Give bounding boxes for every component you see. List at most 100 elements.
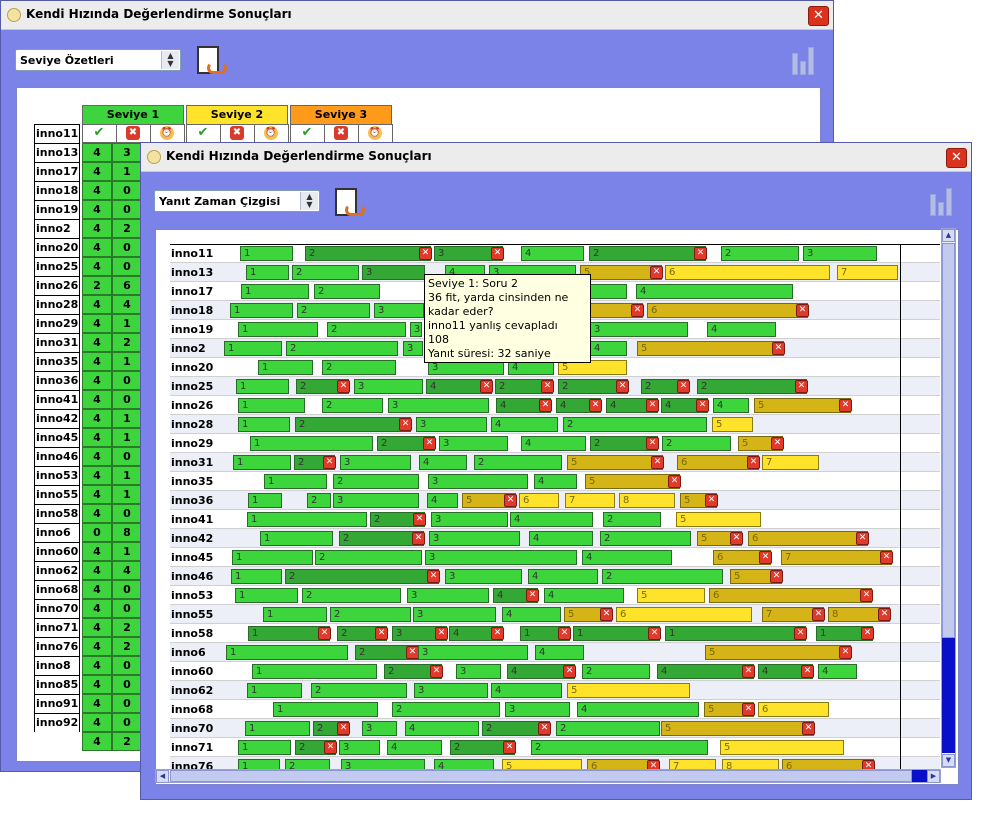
correct-count: 4 [82,352,112,371]
bar-chart-icon[interactable] [928,188,954,216]
wrong-count: 1 [112,485,142,504]
wrong-count: 0 [112,713,142,732]
correct-count: 4 [82,371,112,390]
wrong-count: 0 [112,504,142,523]
back-view-dropdown[interactable]: Seviye Özetleri ▲ ▼ [15,49,181,71]
student-name: inno70 [35,599,79,618]
wrong-count: 0 [112,599,142,618]
wrong-count: 0 [112,181,142,200]
correct-count: 4 [82,599,112,618]
student-name: inno11 [35,124,79,143]
student-name: inno29 [35,314,79,333]
level-header-1: Seviye 1 [82,105,184,125]
wrong-count: 8 [112,523,142,542]
wrong-count: 2 [112,637,142,656]
student-name: inno92 [35,713,79,732]
wrong-icon: ✖ [334,126,348,140]
correct-count: 4 [82,580,112,599]
clock-icon: ⏰ [160,126,174,140]
wrong-count: 0 [112,371,142,390]
student-name: inno19 [35,200,79,219]
student-name: inno60 [35,542,79,561]
correct-count: 4 [82,656,112,675]
correct-count: 4 [82,732,112,751]
check-icon: ✔ [197,125,209,140]
front-window-titlebar[interactable]: Kendi Hızında Değerlendirme Sonuçları ✕ [141,143,971,172]
correct-count: 4 [82,238,112,257]
level-col-cell: ✖ [324,124,359,143]
wrong-count: 4 [112,295,142,314]
student-name: inno68 [35,580,79,599]
front-window: Kendi Hızında Değerlendirme Sonuçları ✕ … [140,142,972,800]
level-header-2: Seviye 2 [186,105,288,125]
student-name: inno58 [35,504,79,523]
clock-icon: ⏰ [264,126,278,140]
student-name-column: inno11 inno13 inno17 inno18 inno19 inno2 inno2… [34,124,80,732]
wrong-count: 3 [112,143,142,162]
correct-count: 4 [82,694,112,713]
back-print-button[interactable] [195,46,227,78]
updown-icon[interactable]: ▲ ▼ [300,192,318,210]
wrong-count: 1 [112,352,142,371]
student-name: inno25 [35,257,79,276]
student-name: inno13 [35,143,79,162]
app-icon [147,150,161,164]
student-name: inno36 [35,371,79,390]
student-name: inno8 [35,656,79,675]
correct-count: 4 [82,219,112,238]
check-icon: ✔ [93,125,105,140]
wrong-count: 0 [112,656,142,675]
hand-icon [207,62,227,74]
front-view-dropdown[interactable]: Yanıt Zaman Çizgisi ▲ ▼ [154,190,320,212]
student-name: inno35 [35,352,79,371]
student-name: inno55 [35,485,79,504]
student-name: inno2 [35,219,79,238]
correct-count: 2 [82,276,112,295]
front-print-button[interactable] [333,188,365,220]
wrong-count: 2 [112,219,142,238]
correct-count: 4 [82,542,112,561]
updown-icon[interactable]: ▲ ▼ [161,51,179,69]
correct-count: 4 [82,466,112,485]
correct-count: 4 [82,333,112,352]
bar-chart-icon[interactable] [790,47,816,75]
correct-count: 4 [82,561,112,580]
student-name: inno45 [35,428,79,447]
wrong-count: 2 [112,732,142,751]
correct-count: 4 [82,162,112,181]
correct-count: 4 [82,637,112,656]
level-col-cell: ✔ [186,124,221,143]
correct-count: 4 [82,428,112,447]
student-name: inno18 [35,181,79,200]
front-window-close-button[interactable]: ✕ [946,148,967,168]
wrong-count: 1 [112,409,142,428]
level-col-cell: ✖ [220,124,255,143]
student-name: inno62 [35,561,79,580]
level-col-cell: ✔ [82,124,117,143]
wrong-count: 1 [112,466,142,485]
hand-icon [345,204,365,216]
question-tooltip: Seviye 1: Soru 2 36 fit, yarda cinsinden… [424,274,591,363]
wrong-count: 2 [112,618,142,637]
student-name: inno85 [35,675,79,694]
wrong-icon: ✖ [230,126,244,140]
wrong-count: 1 [112,314,142,333]
wrong-count: 0 [112,200,142,219]
student-name: inno28 [35,295,79,314]
wrong-count: 0 [112,675,142,694]
tooltip-response-time: Yanıt süresi: 32 saniye [428,347,551,360]
tooltip-question-text-1: 36 fit, yarda cinsinden ne [428,291,569,304]
tooltip-question-text-2: kadar eder? [428,305,494,318]
wrong-count: 0 [112,238,142,257]
level-col-cell: ⏰ [358,124,393,143]
app-icon [7,8,21,22]
student-name: inno46 [35,447,79,466]
correct-count: 4 [82,485,112,504]
back-window-titlebar[interactable]: Kendi Hızında Değerlendirme Sonuçları ✕ [1,1,833,30]
level-col-cell: ⏰ [150,124,185,143]
student-name: inno71 [35,618,79,637]
back-window-close-button[interactable]: ✕ [808,6,829,26]
correct-count: 4 [82,504,112,523]
correct-count: 4 [82,618,112,637]
level-col-cell: ⏰ [254,124,289,143]
